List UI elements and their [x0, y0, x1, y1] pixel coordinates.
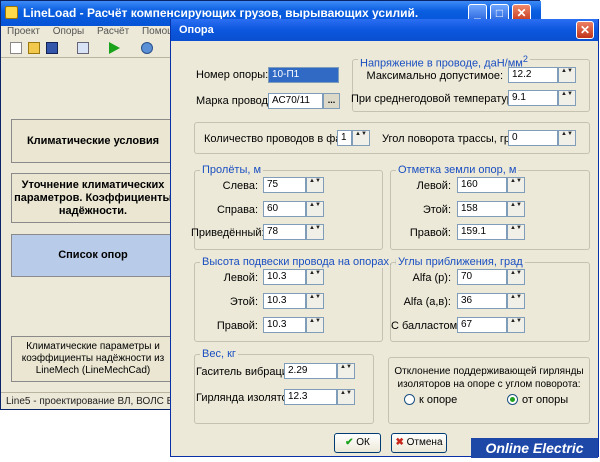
- max-voltage-spinner[interactable]: ▲▼: [558, 67, 576, 83]
- wire-brand-browse-button[interactable]: ...: [323, 93, 340, 109]
- ground-left-label: Левой:: [416, 180, 451, 192]
- route-angle-label: Угол поворота трассы, град:: [382, 133, 526, 145]
- cancel-x-icon: ✖: [395, 437, 404, 448]
- avg-voltage-label: При среднегодовой температуре:: [351, 93, 523, 105]
- span-right-label: Справа:: [216, 204, 258, 216]
- voltage-legend-text: Напряжение в проводе, даН/мм: [360, 57, 523, 70]
- ballast-spinner[interactable]: ▲▼: [507, 317, 525, 333]
- cancel-label: Отмена: [406, 437, 443, 448]
- insulators-input[interactable]: 12.3: [284, 389, 337, 405]
- ballast-label: С балластом:: [391, 320, 461, 332]
- dialog-close-button[interactable]: ✕: [576, 21, 594, 39]
- max-voltage-label: Максимально допустимое:: [366, 70, 503, 82]
- span-right-spinner[interactable]: ▲▼: [306, 201, 324, 217]
- ground-right-spinner[interactable]: ▲▼: [507, 224, 525, 240]
- wires-in-phase-spinner[interactable]: ▲▼: [352, 130, 370, 146]
- span-reduced-spinner[interactable]: ▲▼: [306, 224, 324, 240]
- suspension-left-spinner[interactable]: ▲▼: [306, 269, 324, 285]
- check-icon: ✔: [345, 437, 354, 448]
- deflection-text: Отклонение поддерживающей гирлянды изоля…: [394, 366, 584, 390]
- deflection-to-support-radio[interactable]: [404, 394, 415, 405]
- ok-button[interactable]: ✔ ОК: [334, 433, 381, 453]
- suspension-this-spinner[interactable]: ▲▼: [306, 293, 324, 309]
- voltage-legend: Напряжение в проводе, даН/мм2: [358, 53, 530, 70]
- avg-voltage-input[interactable]: 9.1: [508, 90, 558, 106]
- damper-input[interactable]: 2.29: [284, 363, 337, 379]
- refine-climate-button[interactable]: Уточнение климатических параметров. Коэф…: [11, 173, 175, 223]
- run-icon[interactable]: [109, 42, 120, 54]
- wires-in-phase-label: Количество проводов в фазе:: [204, 133, 356, 145]
- alfa-p-spinner[interactable]: ▲▼: [507, 269, 525, 285]
- ballast-input[interactable]: 67: [457, 317, 507, 333]
- dialog-title-bar[interactable]: Опора ✕: [171, 19, 598, 41]
- deflection-from-support-label: от опоры: [522, 394, 569, 406]
- left-panel: Климатические условия Уточнение климатич…: [5, 63, 175, 385]
- dialog-title: Опора: [179, 24, 214, 36]
- wires-in-phase-input[interactable]: 1: [337, 130, 352, 146]
- ground-this-label: Этой:: [422, 204, 451, 216]
- alfa-p-label: Alfa (p):: [412, 272, 451, 284]
- max-voltage-input[interactable]: 12.2: [508, 67, 558, 83]
- damper-spinner[interactable]: ▲▼: [337, 363, 355, 379]
- wire-brand-label: Марка провода:: [196, 95, 278, 107]
- deflection-to-support-label: к опоре: [419, 394, 458, 406]
- menu-project[interactable]: Проект: [7, 26, 40, 37]
- menu-calculation[interactable]: Расчёт: [97, 26, 129, 37]
- wire-brand-input[interactable]: АС70/11: [268, 93, 323, 109]
- route-angle-spinner[interactable]: ▲▼: [558, 130, 576, 146]
- span-reduced-input[interactable]: 78: [263, 224, 306, 240]
- ground-left-spinner[interactable]: ▲▼: [507, 177, 525, 193]
- alfa-ae-spinner[interactable]: ▲▼: [507, 293, 525, 309]
- angles-legend: Углы приближения, град: [396, 256, 525, 268]
- edit-icon[interactable]: [77, 42, 89, 54]
- support-number-label: Номер опоры:: [196, 69, 269, 81]
- supports-list-button[interactable]: Список опор: [11, 234, 175, 277]
- app-icon: [5, 6, 18, 19]
- ground-legend: Отметка земли опор, м: [396, 164, 519, 176]
- suspension-left-label: Левой:: [223, 272, 258, 284]
- alfa-p-input[interactable]: 70: [457, 269, 507, 285]
- import-linemech-button[interactable]: Климатические параметры и коэффициенты н…: [11, 336, 175, 382]
- span-reduced-label: Приведённый:: [191, 227, 265, 239]
- save-disk-icon[interactable]: [46, 42, 58, 54]
- ground-this-spinner[interactable]: ▲▼: [507, 201, 525, 217]
- suspension-right-spinner[interactable]: ▲▼: [306, 317, 324, 333]
- alfa-ae-input[interactable]: 36: [457, 293, 507, 309]
- main-title: LineLoad - Расчёт компенсирующих грузов,…: [23, 6, 419, 20]
- weight-legend: Вес, кг: [200, 348, 238, 360]
- insulators-spinner[interactable]: ▲▼: [337, 389, 355, 405]
- ground-right-label: Правой:: [409, 227, 451, 239]
- span-left-input[interactable]: 75: [263, 177, 306, 193]
- span-left-spinner[interactable]: ▲▼: [306, 177, 324, 193]
- route-angle-input[interactable]: 0: [508, 130, 558, 146]
- span-left-label: Слева:: [222, 180, 258, 192]
- avg-voltage-spinner[interactable]: ▲▼: [558, 90, 576, 106]
- climate-conditions-button[interactable]: Климатические условия: [11, 119, 175, 163]
- ok-label: ОК: [356, 437, 370, 448]
- cancel-button[interactable]: ✖ Отмена: [391, 433, 447, 453]
- menu-supports[interactable]: Опоры: [53, 26, 85, 37]
- suspension-right-label: Правой:: [216, 320, 258, 332]
- alfa-ae-label: Alfa (a,в):: [403, 296, 451, 308]
- support-number-input[interactable]: 10-П1: [268, 67, 339, 83]
- support-dialog: Опора ✕ Номер опоры: 10-П1 Марка провода…: [170, 19, 599, 457]
- suspension-legend: Высота подвески провода на опорах, м: [200, 256, 405, 268]
- new-file-icon[interactable]: [10, 42, 22, 54]
- spans-legend: Пролёты, м: [200, 164, 264, 176]
- ground-left-input[interactable]: 160: [457, 177, 507, 193]
- suspension-this-label: Этой:: [229, 296, 258, 308]
- suspension-right-input[interactable]: 10.3: [263, 317, 306, 333]
- globe-icon[interactable]: [141, 42, 153, 54]
- insulators-label: Гирлянда изоляторов:: [196, 392, 309, 404]
- damper-label: Гаситель вибрации:: [196, 366, 298, 378]
- brand-watermark: Online Electric: [471, 438, 598, 458]
- ground-this-input[interactable]: 158: [457, 201, 507, 217]
- open-folder-icon[interactable]: [28, 42, 40, 54]
- suspension-this-input[interactable]: 10.3: [263, 293, 306, 309]
- suspension-left-input[interactable]: 10.3: [263, 269, 306, 285]
- voltage-legend-sup: 2: [522, 54, 528, 64]
- span-right-input[interactable]: 60: [263, 201, 306, 217]
- deflection-from-support-radio[interactable]: [507, 394, 518, 405]
- ground-right-input[interactable]: 159.1: [457, 224, 507, 240]
